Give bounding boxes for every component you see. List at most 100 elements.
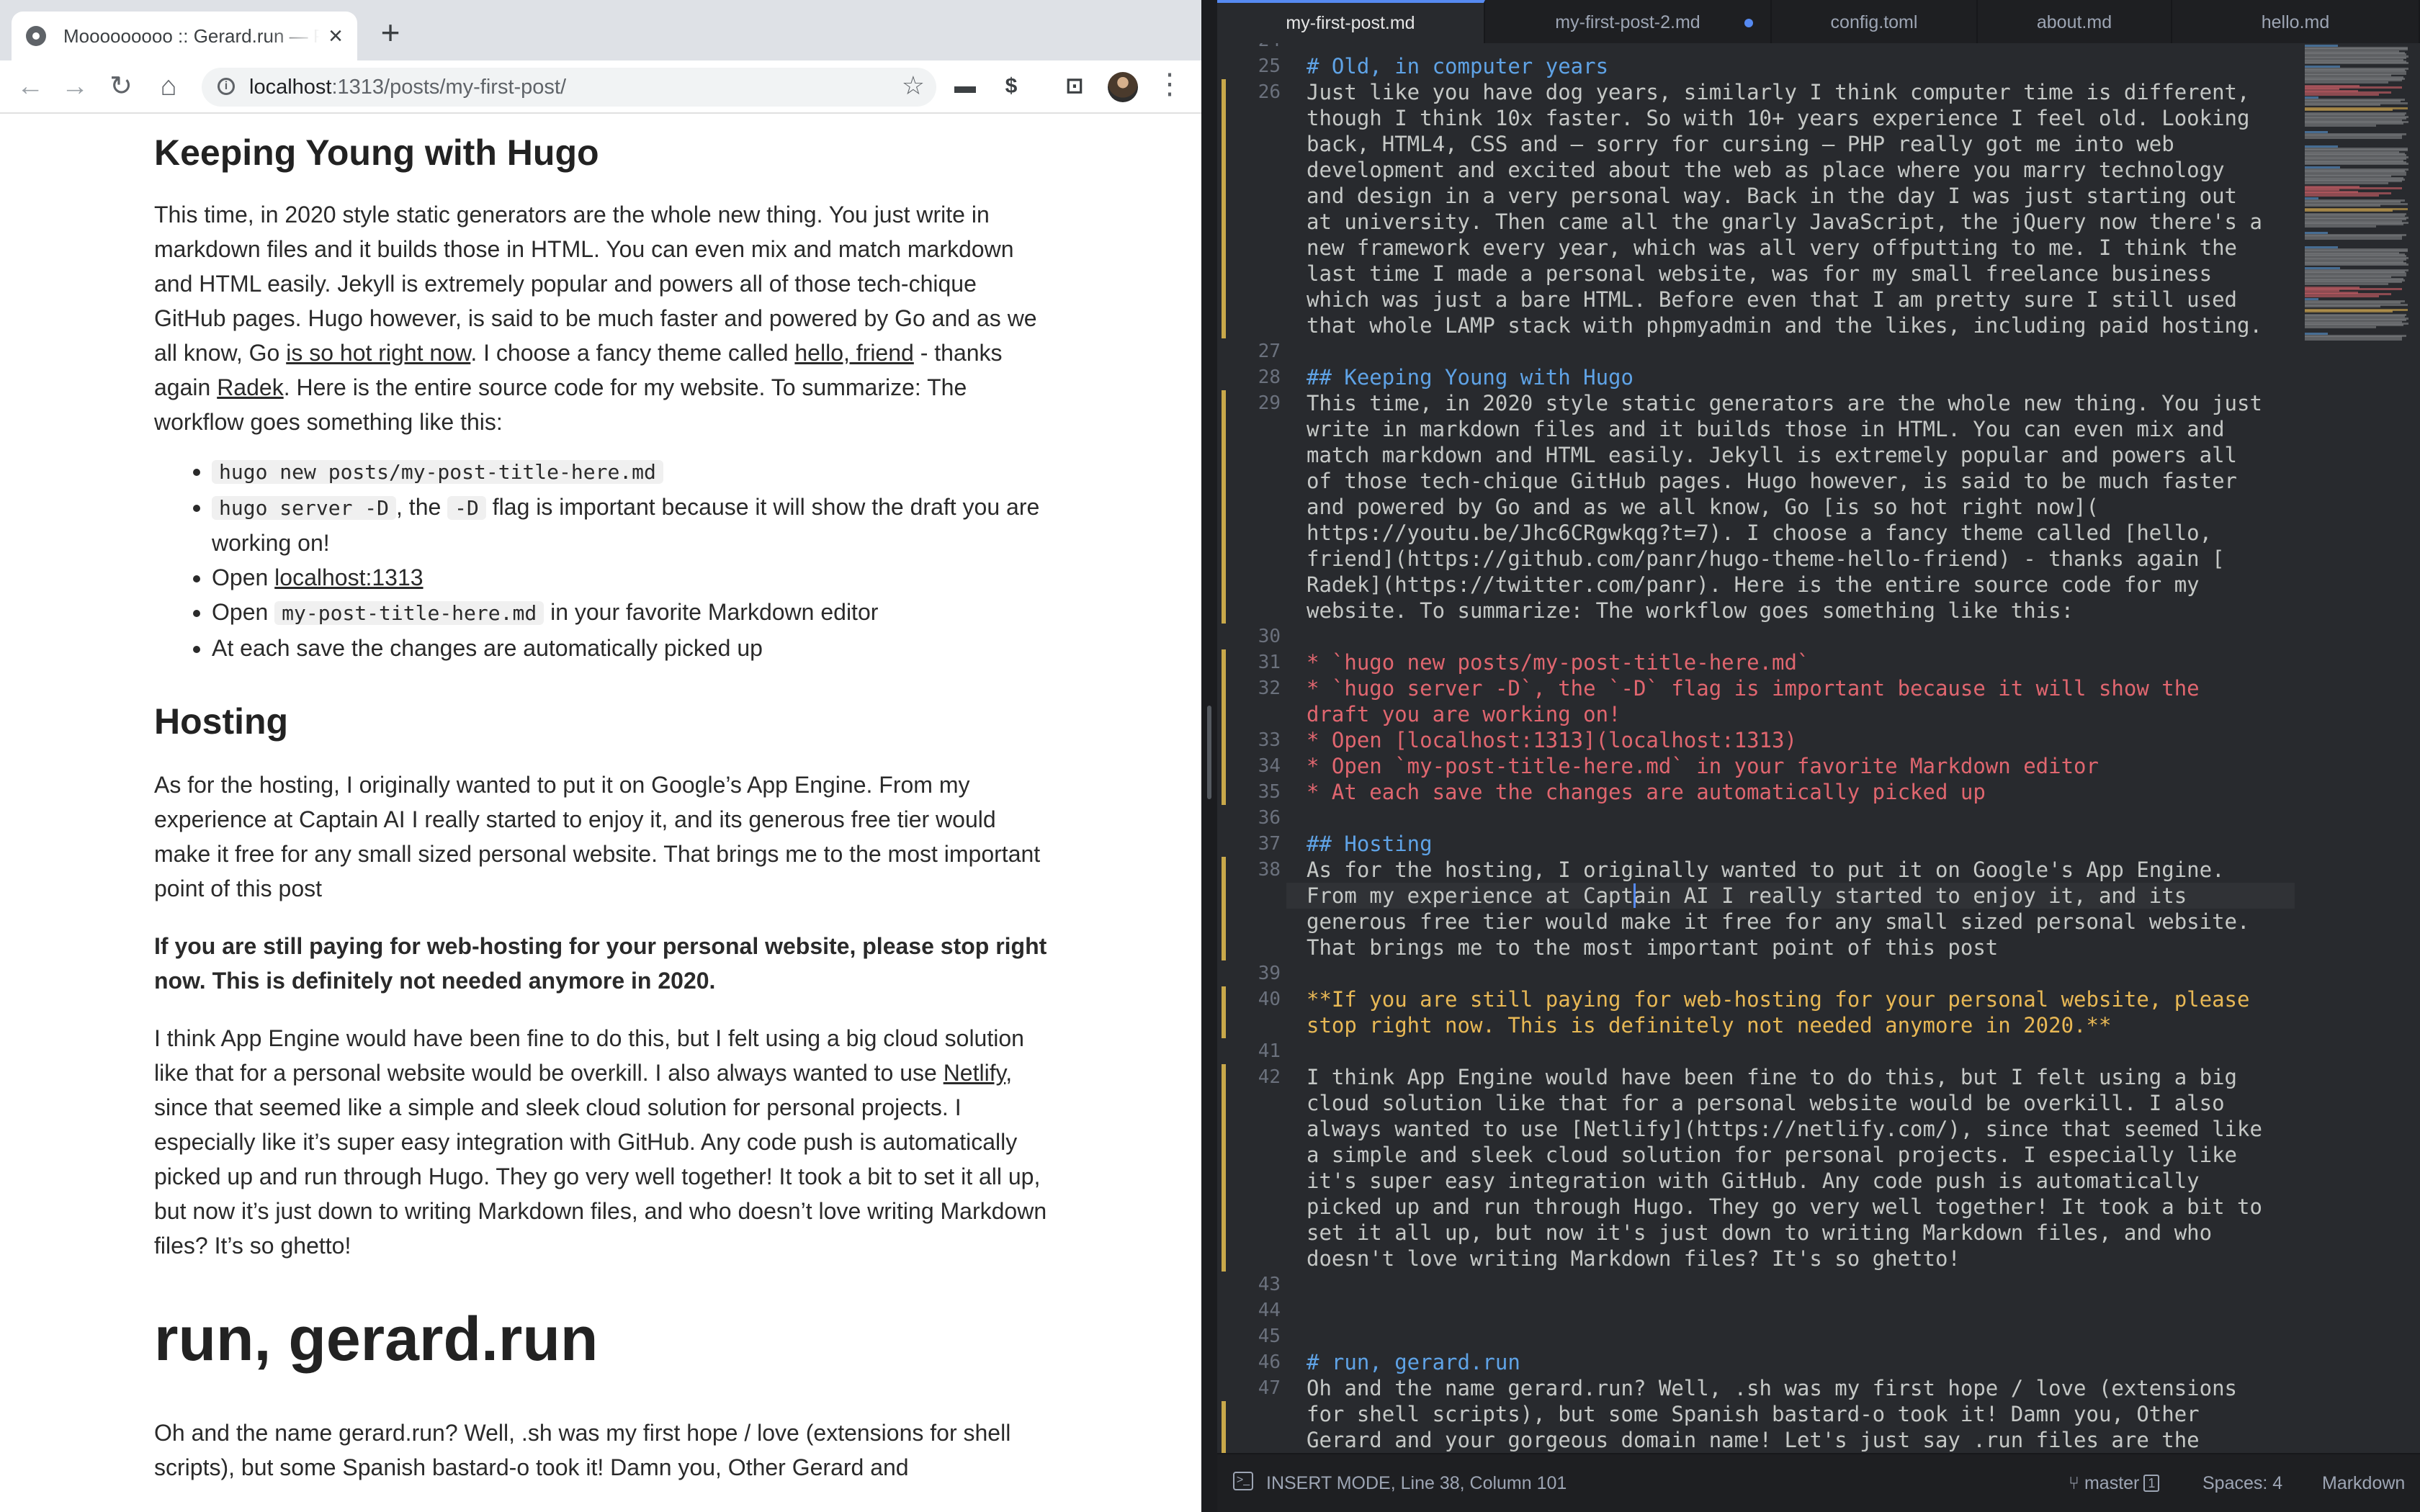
code-line[interactable]: set it all up, but now it's just down to… xyxy=(1307,1220,2293,1246)
editor-tab[interactable]: my-first-post-2.md xyxy=(1485,0,1772,43)
code-line[interactable]: * `hugo server -D`, the `-D` flag is imp… xyxy=(1307,675,2293,701)
code-line[interactable]: of those tech-chique GitHub pages. Hugo … xyxy=(1307,468,2293,494)
code-line[interactable]: friend](https://github.com/panr/hugo-the… xyxy=(1307,546,2293,572)
bookmark-star-icon[interactable]: ☆ xyxy=(902,71,925,101)
line-number: 32 xyxy=(1258,678,1281,699)
minimap-line xyxy=(2305,305,2380,307)
info-icon[interactable]: i xyxy=(218,78,235,95)
code-line[interactable]: That brings me to the most important poi… xyxy=(1307,935,2293,960)
minimap[interactable] xyxy=(2305,43,2420,346)
code-line[interactable]: Just like you have dog years, similarly … xyxy=(1307,79,2293,105)
code-line[interactable]: Oh and the name gerard.run? Well, .sh wa… xyxy=(1307,1375,2293,1401)
code-line[interactable]: match markdown and HTML easily. Jekyll i… xyxy=(1307,442,2293,468)
extension-dollar-icon[interactable]: $ xyxy=(994,69,1028,104)
code-line[interactable]: * Open [localhost:1313](localhost:1313) xyxy=(1307,727,2293,753)
code-line[interactable]: Gerard and your gorgeous domain name! Le… xyxy=(1307,1427,2293,1453)
code-line[interactable]: at university. Then came all the gnarly … xyxy=(1307,209,2293,235)
line-number: 26 xyxy=(1258,81,1281,103)
link-hello-friend[interactable]: hello, friend xyxy=(794,340,913,366)
code-line[interactable]: and design in a very personal way. Back … xyxy=(1307,183,2293,209)
link-so-hot-right-now[interactable]: is so hot right now xyxy=(286,340,470,366)
paragraph-app-engine: I think App Engine would have been fine … xyxy=(154,1025,1047,1259)
minimap-line xyxy=(2305,181,2388,184)
editor-text-area[interactable]: 24 25 26 27 28 29 30 31 32 33 34 35 36 37 38 39 40 41 42 43… xyxy=(1217,43,2420,1453)
code-line[interactable]: ## Hosting xyxy=(1307,831,2293,857)
code-line[interactable]: stop right now. This is definitely not n… xyxy=(1307,1012,2293,1038)
code-line[interactable]: picked up and run through Hugo. They go … xyxy=(1307,1194,2293,1220)
code-line[interactable]: ## Keeping Young with Hugo xyxy=(1307,364,2293,390)
code-line[interactable]: development and excited about the web as… xyxy=(1307,157,2293,183)
minimap-line xyxy=(2305,124,2376,127)
code-line[interactable]: write in markdown files and it builds th… xyxy=(1307,416,2293,442)
link-radek[interactable]: Radek xyxy=(217,374,284,400)
code-line[interactable]: # run, gerard.run xyxy=(1307,1349,2293,1375)
profile-avatar[interactable] xyxy=(1108,72,1138,102)
code-line[interactable]: back, HTML4, CSS and – sorry for cursing… xyxy=(1307,131,2293,157)
forward-icon[interactable]: → xyxy=(56,68,94,105)
status-mode[interactable]: INSERT MODE, Line 38, Column 101 xyxy=(1266,1473,1567,1494)
link-localhost[interactable]: localhost:1313 xyxy=(274,564,423,590)
code-line[interactable]: Radek](https://twitter.com/panr). Here i… xyxy=(1307,572,2293,598)
link-netlify[interactable]: Netlify xyxy=(944,1060,1006,1086)
line-number: 37 xyxy=(1258,833,1281,855)
address-text: localhost:1313/posts/my-first-post/ xyxy=(249,76,567,99)
code-line[interactable]: * At each save the changes are automatic… xyxy=(1307,779,2293,805)
editor-tab[interactable]: config.toml xyxy=(1772,0,1978,43)
code-line[interactable]: This time, in 2020 style static generato… xyxy=(1307,390,2293,416)
home-icon[interactable]: ⌂ xyxy=(150,68,187,105)
code-line[interactable]: new framework every year, which was all … xyxy=(1307,235,2293,261)
code-line[interactable]: https://youtu.be/Jhc6CRgwkqg?t=7). I cho… xyxy=(1307,520,2293,546)
line-number: 30 xyxy=(1258,626,1281,647)
window-divider[interactable] xyxy=(1201,0,1217,1512)
close-icon[interactable]: × xyxy=(328,24,343,48)
code-line[interactable]: website. To summarize: The workflow goes… xyxy=(1307,598,2293,624)
code-line[interactable]: it's super easy integration with GitHub.… xyxy=(1307,1168,2293,1194)
reload-icon[interactable]: ↻ xyxy=(102,68,140,105)
terminal-icon[interactable]: >_ xyxy=(1233,1472,1253,1490)
code-line[interactable]: doesn't love writing Markdown files? It'… xyxy=(1307,1246,2293,1272)
resize-handle[interactable] xyxy=(1207,706,1211,799)
minimap-line xyxy=(2305,310,2393,313)
status-spaces[interactable]: Spaces: 4 xyxy=(2202,1473,2282,1494)
code-line[interactable]: last time I made a personal website, was… xyxy=(1307,261,2293,287)
editor-tab[interactable]: about.md xyxy=(1978,0,2172,43)
code-line[interactable]: which was just a bare HTML. Before even … xyxy=(1307,287,2293,312)
minimap-line xyxy=(2305,104,2380,106)
code-line[interactable]: * `hugo new posts/my-post-title-here.md` xyxy=(1307,649,2293,675)
modified-dot-icon xyxy=(1744,19,1753,27)
code-line[interactable]: generous free tier would make it free fo… xyxy=(1307,909,2293,935)
new-tab-button[interactable]: + xyxy=(375,16,406,49)
code-line[interactable]: I think App Engine would have been fine … xyxy=(1307,1064,2293,1090)
code-line[interactable]: cloud solution like that for a personal … xyxy=(1307,1090,2293,1116)
editor-tab[interactable]: hello.md xyxy=(2172,0,2420,43)
code-line[interactable]: **If you are still paying for web-hostin… xyxy=(1307,986,2293,1012)
back-icon[interactable]: ← xyxy=(12,68,49,105)
code-line[interactable]: always wanted to use [Netlify](https://n… xyxy=(1307,1116,2293,1142)
minimap-line xyxy=(2305,136,2402,139)
status-branch[interactable]: ⑂ master 1 xyxy=(2069,1473,2160,1494)
code-line[interactable]: draft you are working on! xyxy=(1307,701,2293,727)
list-item: hugo new posts/my-post-title-here.md xyxy=(212,454,1047,490)
cast-icon[interactable]: ⊡ xyxy=(1057,69,1092,104)
browser-tab[interactable]: Mooooooooo :: Gerard.run — Personal × xyxy=(12,12,357,60)
line-number: 34 xyxy=(1258,755,1281,777)
paragraph-keeping-young: This time, in 2020 style static generato… xyxy=(154,202,1037,435)
code-line[interactable]: and powered by Go and as we all know, Go… xyxy=(1307,494,2293,520)
address-bar[interactable]: i localhost:1313/posts/my-first-post/ ☆ xyxy=(202,68,936,107)
editor-tab[interactable]: my-first-post.md xyxy=(1217,0,1485,43)
code-line[interactable]: # Old, in computer years xyxy=(1307,53,2293,79)
line-number: 43 xyxy=(1258,1274,1281,1295)
code-line[interactable]: From my experience at Captain AI I reall… xyxy=(1307,883,2293,909)
line-number: 40 xyxy=(1258,989,1281,1010)
code-line[interactable]: As for the hosting, I originally wanted … xyxy=(1307,857,2293,883)
more-vert-icon[interactable]: ⋮ xyxy=(1155,68,1184,101)
page-content: Keeping Young with Hugo This time, in 20… xyxy=(0,114,1201,1512)
code-line[interactable]: * Open `my-post-title-here.md` in your f… xyxy=(1307,753,2293,779)
list-item: hugo server -D, the -D flag is important… xyxy=(212,490,1047,560)
code-line[interactable]: a simple and sleek cloud solution for pe… xyxy=(1307,1142,2293,1168)
code-line[interactable]: for shell scripts), but some Spanish bas… xyxy=(1307,1401,2293,1427)
code-line[interactable]: though I think 10x faster. So with 10+ y… xyxy=(1307,105,2293,131)
extension-tag-icon[interactable]: ▬ xyxy=(948,69,982,104)
code-line[interactable]: that whole LAMP stack with phpmyadmin an… xyxy=(1307,312,2293,338)
status-grammar[interactable]: Markdown xyxy=(2322,1473,2405,1494)
